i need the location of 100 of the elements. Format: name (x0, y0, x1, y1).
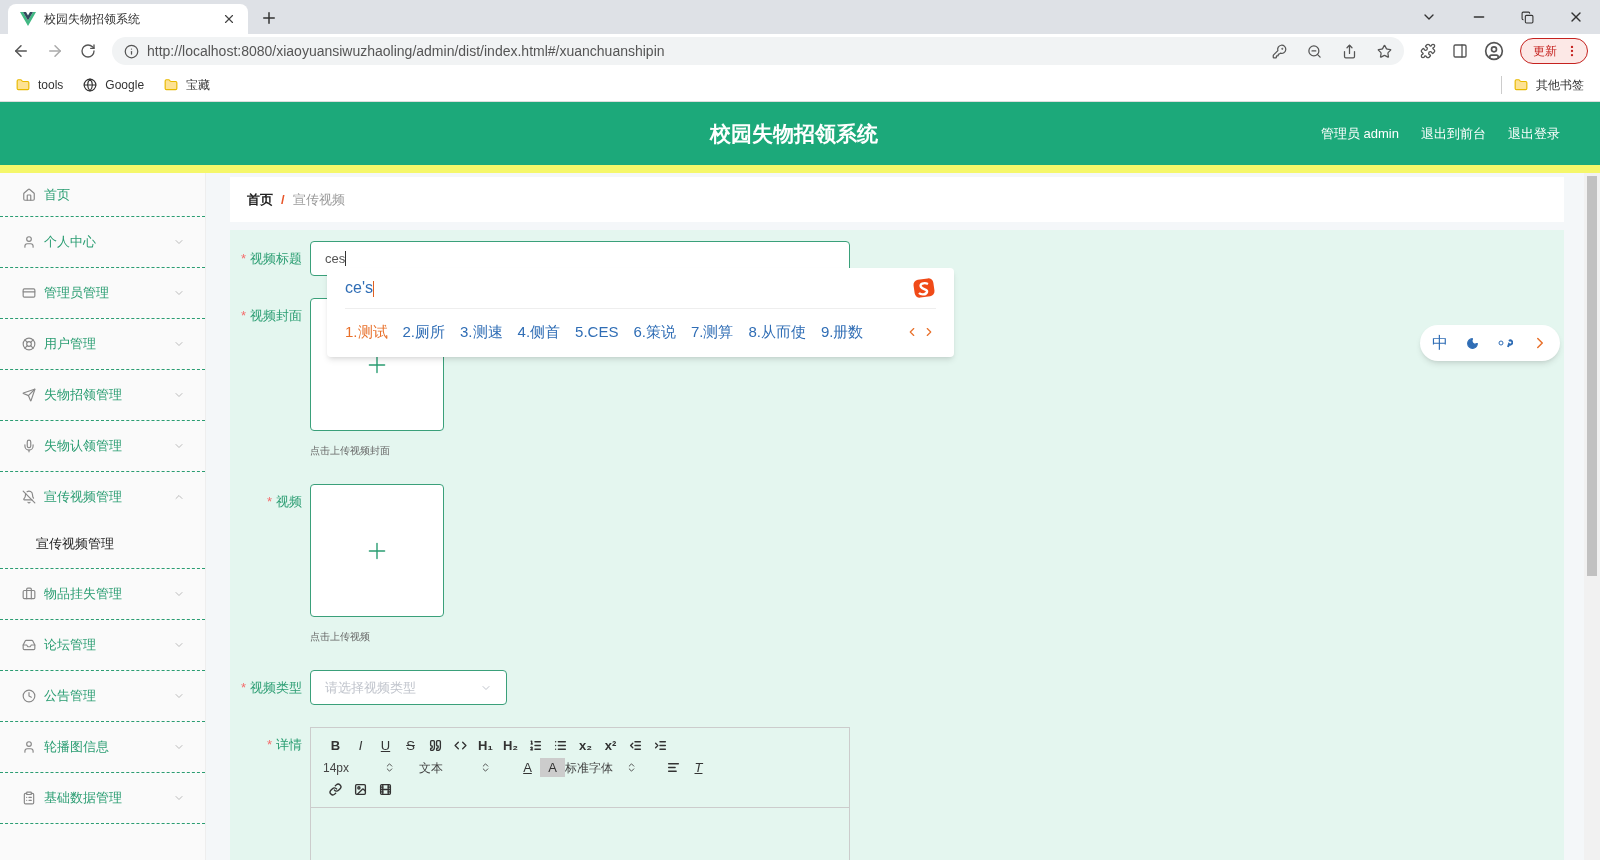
strike-button[interactable]: S (398, 735, 423, 756)
folder-icon (1514, 77, 1528, 92)
sidebar-item[interactable]: 用户管理 (0, 319, 205, 369)
ime-candidate[interactable]: 9.册数 (820, 320, 864, 344)
up-down-icon (480, 762, 491, 773)
upload-hint: 点击上传视频 (310, 630, 371, 644)
ime-mode[interactable]: 中 (1431, 331, 1448, 355)
sidebar-item[interactable]: 基础数据管理 (0, 773, 205, 823)
other-bookmarks[interactable]: 其他书签 (1536, 75, 1584, 94)
sidebar-item[interactable]: 管理员管理 (0, 268, 205, 318)
submenu-item[interactable]: 宣传视频管理 (0, 522, 205, 566)
close-tab-icon[interactable] (222, 12, 236, 26)
ime-candidate[interactable]: 1.测试 (345, 320, 388, 344)
bookmark-star-icon[interactable] (1377, 43, 1392, 59)
briefcase-icon (22, 587, 36, 601)
field-label: 视频类型 (250, 679, 302, 697)
browser-tab[interactable]: 校园失物招领系统 (8, 4, 248, 34)
ime-candidate[interactable]: 6.策说 (633, 320, 676, 344)
required-mark: * (266, 736, 272, 754)
card-icon (22, 286, 36, 300)
ime-candidate[interactable]: 2.厕所 (402, 320, 446, 344)
clock-icon (22, 689, 36, 703)
extensions-icon[interactable] (1420, 43, 1436, 59)
sidebar-item[interactable]: 宣传视频管理 (0, 472, 205, 522)
sidebar-item[interactable]: 失物招领管理 (0, 370, 205, 420)
ring-icon (22, 337, 36, 351)
up-down-icon (626, 762, 637, 773)
clean-button[interactable]: T (686, 757, 711, 778)
back-icon[interactable] (12, 42, 30, 60)
bell-off-icon (22, 490, 36, 504)
upload-hint: 点击上传视频封面 (310, 444, 391, 458)
required-mark: * (240, 307, 246, 325)
editor-picker[interactable]: 14px (323, 758, 419, 777)
folder-icon (164, 77, 179, 92)
script-button[interactable]: x² (598, 735, 623, 756)
upload-box[interactable] (310, 484, 444, 617)
rich-text-editor[interactable]: B I U S H₁ H₂ x₂ x² 14px 文本 A A 标准字体 T (310, 727, 850, 860)
new-tab-icon[interactable] (260, 9, 278, 27)
restore-icon[interactable] (1521, 10, 1534, 24)
microphone-icon (22, 439, 36, 453)
bookmark[interactable]: tools (38, 75, 64, 94)
sidebar-item[interactable]: 首页 (0, 173, 205, 216)
tab-title: 校园失物招领系统 (44, 11, 141, 28)
heading-button[interactable]: H₂ (498, 735, 523, 756)
breadcrumb-separator: / (281, 190, 285, 209)
side-panel-icon[interactable] (1452, 43, 1468, 59)
profile-icon[interactable] (1484, 41, 1504, 61)
bold-button[interactable]: B (323, 735, 348, 756)
info-icon (124, 43, 139, 59)
vue-logo-icon (20, 12, 36, 26)
address-bar[interactable]: http://localhost:8080/xiaoyuansiwuzhaoling/admin/dist/index.html#/xuanchuanshipin (112, 37, 1404, 65)
globe-icon (83, 77, 98, 92)
script-button[interactable]: x₂ (573, 735, 598, 756)
header-link[interactable]: 退出登录 (1508, 123, 1560, 144)
ime-candidate[interactable]: 8.从而使 (748, 320, 806, 344)
heading-button[interactable]: H₁ (473, 735, 498, 756)
breadcrumb-item[interactable]: 首页 (247, 189, 273, 210)
tray-icon (22, 638, 36, 652)
ime-candidate[interactable]: 5.CES (575, 320, 619, 344)
bookmark[interactable]: Google (105, 75, 145, 94)
ime-candidate[interactable]: 3.测速 (460, 320, 503, 344)
scrollbar-thumb[interactable] (1587, 176, 1597, 576)
header-link[interactable]: 管理员 admin (1320, 123, 1399, 144)
sidebar-item[interactable]: 物品挂失管理 (0, 569, 205, 619)
sidebar-item[interactable]: 失物认领管理 (0, 421, 205, 471)
highlight-button[interactable]: A (540, 757, 565, 778)
header-link[interactable]: 退出到前台 (1421, 123, 1486, 144)
app-title: 校园失物招领系统 (710, 120, 878, 147)
share-icon[interactable] (1342, 43, 1357, 59)
punctuation-icon[interactable] (1496, 338, 1513, 348)
sidebar-item[interactable]: 轮播图信息 (0, 722, 205, 772)
scrollbar[interactable] (1584, 173, 1600, 860)
reload-icon[interactable] (80, 43, 96, 59)
editor-picker[interactable]: 文本 (419, 758, 515, 777)
field-label: 视频封面 (250, 307, 302, 325)
ime-candidate[interactable]: 7.测算 (690, 320, 734, 344)
clipboard-icon (22, 791, 36, 805)
sogou-logo-icon (912, 277, 936, 299)
italic-button[interactable]: I (348, 735, 373, 756)
field-label: 详情 (276, 736, 302, 754)
editor-picker[interactable]: 标准字体 (565, 758, 661, 777)
person-icon (22, 740, 36, 754)
required-mark: * (240, 679, 246, 697)
key-icon[interactable] (1272, 43, 1287, 59)
breadcrumb-item: 宣传视频 (292, 190, 345, 209)
underline-button[interactable]: U (373, 735, 398, 756)
sidebar-item[interactable]: 公告管理 (0, 671, 205, 721)
sidebar-item[interactable]: 论坛管理 (0, 620, 205, 670)
sidebar-item[interactable]: 个人中心 (0, 217, 205, 267)
field-label: 视频 (276, 493, 302, 511)
paper-plane-icon (22, 388, 36, 402)
person-icon (22, 235, 36, 249)
required-mark: * (266, 493, 272, 511)
bookmark[interactable]: 宝藏 (186, 75, 211, 94)
color-button[interactable]: A (515, 757, 540, 778)
moon-icon[interactable] (1465, 336, 1479, 350)
zoom-icon[interactable] (1307, 43, 1322, 59)
up-down-icon (384, 762, 395, 773)
folder-icon (16, 77, 30, 92)
ime-candidate[interactable]: 4.侧首 (517, 320, 561, 344)
